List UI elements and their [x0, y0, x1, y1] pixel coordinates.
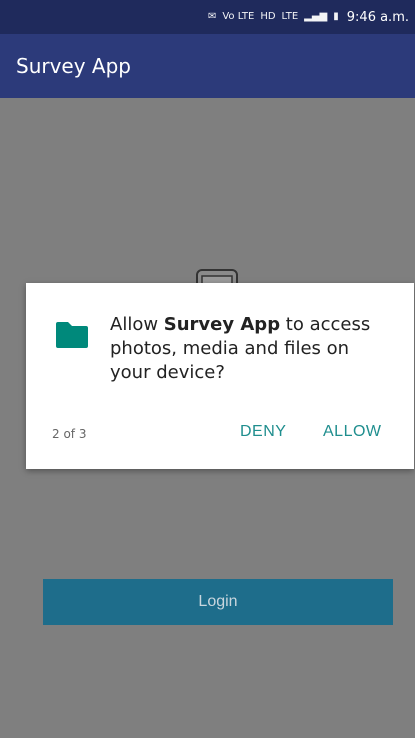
- status-icons: ✉ Vo LTE HD LTE ▂▄▆ ▮: [208, 12, 339, 22]
- folder-icon: [56, 322, 88, 348]
- status-time: 9:46 a.m.: [346, 9, 409, 25]
- signal-icon: ▂▄▆: [304, 11, 328, 22]
- login-button[interactable]: Login: [43, 579, 393, 625]
- status-bar: ✉ Vo LTE HD LTE ▂▄▆ ▮ 9:46 a.m.: [0, 0, 415, 34]
- dialog-message: Allow Survey App to access photos, media…: [110, 313, 395, 385]
- dialog-app-name: Survey App: [163, 314, 281, 335]
- dialog-message-prefix: Allow: [110, 314, 164, 335]
- notification-icon: ✉: [207, 11, 217, 22]
- dialog-step: 2 of 3: [52, 427, 87, 441]
- allow-button[interactable]: ALLOW: [323, 423, 382, 441]
- battery-icon: ▮: [333, 11, 339, 22]
- hd-icon: HD: [260, 11, 276, 22]
- app-bar: Survey App: [0, 34, 415, 98]
- volte-icon: Vo LTE: [222, 11, 255, 22]
- deny-button[interactable]: DENY: [240, 423, 286, 441]
- lte-icon: LTE: [281, 11, 299, 22]
- permission-dialog: Allow Survey App to access photos, media…: [26, 283, 414, 469]
- app-title: Survey App: [16, 54, 131, 78]
